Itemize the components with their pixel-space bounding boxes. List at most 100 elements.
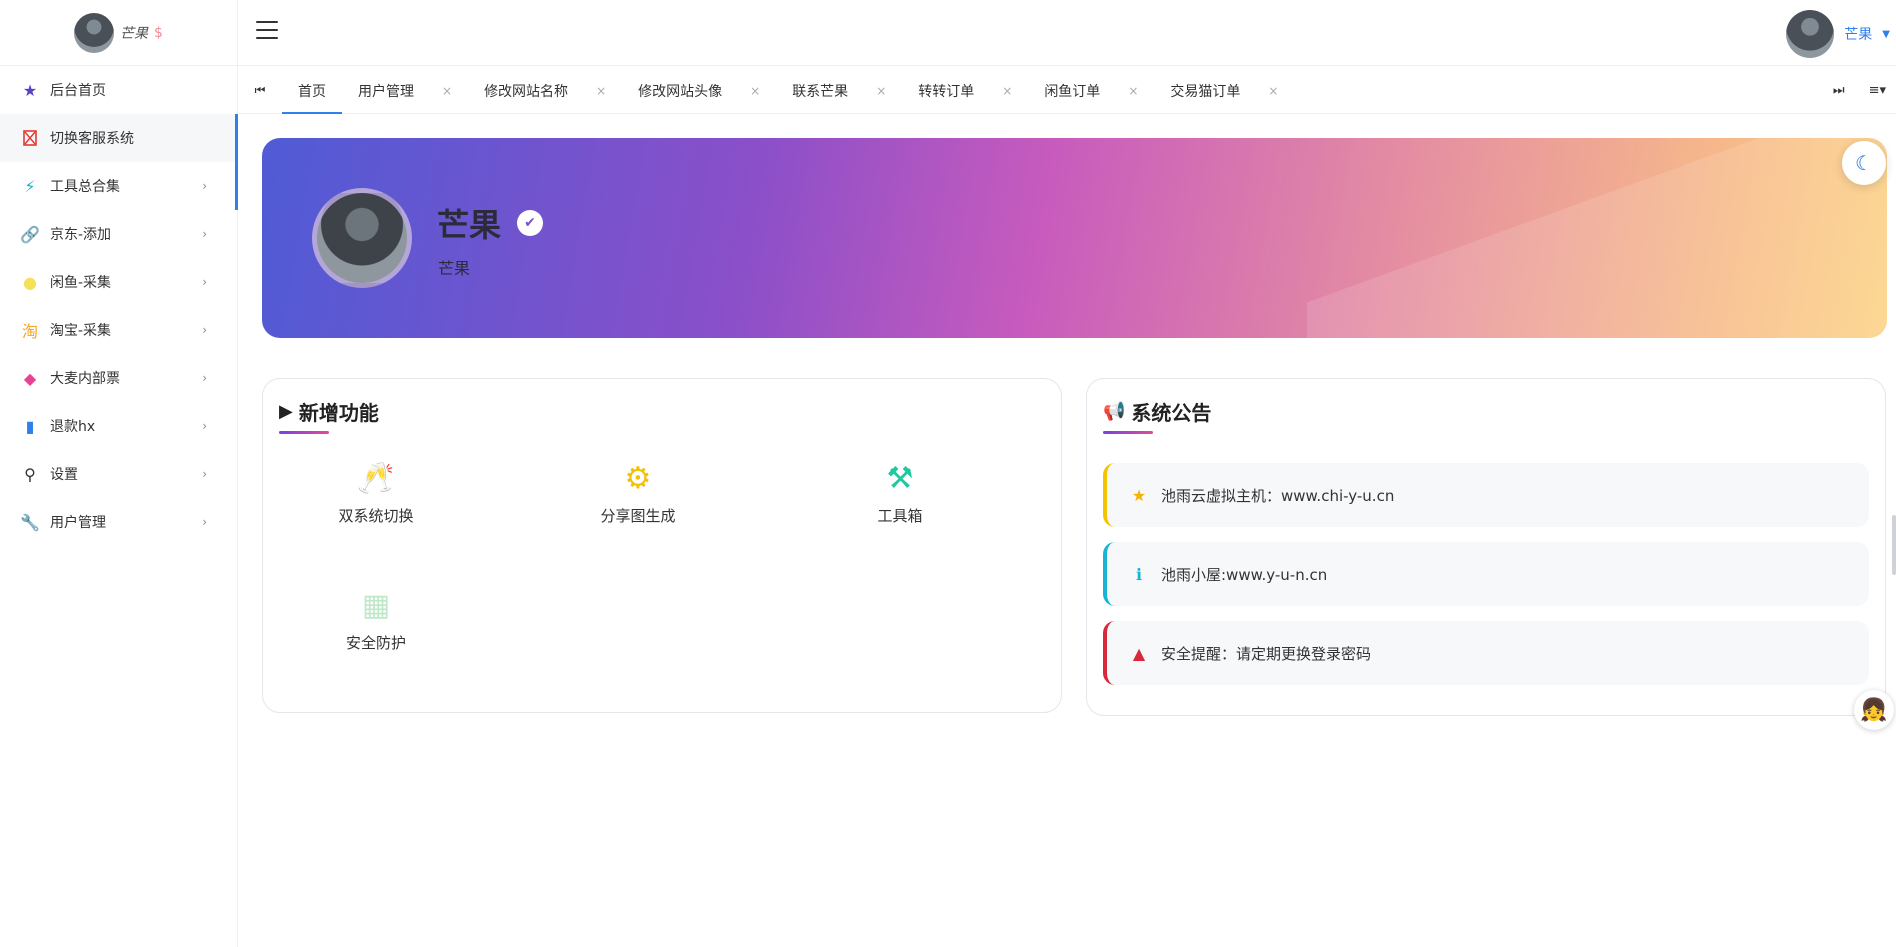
close-icon[interactable]: × xyxy=(750,84,760,98)
tab-zhuanzhuan-orders[interactable]: 转转订单 × xyxy=(902,68,1028,113)
info-icon: ℹ xyxy=(1135,564,1143,584)
card-title: 📢 系统公告 xyxy=(1103,397,1211,426)
brand-name: 芒果 xyxy=(120,25,149,42)
star-icon: ★ xyxy=(1131,485,1147,505)
broken-image-icon xyxy=(20,128,40,148)
sidebar: 芒果 $ ★ 后台首页 切换客服系统 ⚡ 工具总合集 › 🔗 京东-添加 › ●… xyxy=(0,0,238,947)
sidebar-item-home[interactable]: ★ 后台首页 xyxy=(0,66,237,114)
tab-xianyu-orders[interactable]: 闲鱼订单 × xyxy=(1028,68,1154,113)
tab-user-management[interactable]: 用户管理 × xyxy=(342,68,468,113)
sidebar-item-label: 用户管理 xyxy=(50,515,106,531)
profile-name: 芒果 xyxy=(437,206,502,244)
card-title-text: 系统公告 xyxy=(1131,401,1212,425)
profile-title: 芒果 ✔ xyxy=(437,200,544,246)
chevron-right-icon: › xyxy=(202,419,207,433)
announcement-item[interactable]: ▲ 安全提醒：请定期更换登录密码 xyxy=(1103,621,1869,685)
assistant-avatar[interactable]: 👧 xyxy=(1854,690,1894,730)
feature-security[interactable]: ▦ 安全防护 xyxy=(276,586,476,653)
tab-label: 闲鱼订单 xyxy=(1044,83,1101,100)
close-icon[interactable]: × xyxy=(596,84,606,98)
sidebar-item-label: 工具总合集 xyxy=(50,179,120,195)
sidebar-item-damai-tickets[interactable]: ◆ 大麦内部票 › xyxy=(0,354,237,402)
close-icon[interactable]: × xyxy=(1268,84,1278,98)
sidebar-item-taobao-collect[interactable]: 淘 淘宝-采集 › xyxy=(0,306,237,354)
feature-label: 双系统切换 xyxy=(338,507,414,525)
tab-home[interactable]: 首页 xyxy=(282,68,342,114)
sidebar-item-label: 切换客服系统 xyxy=(50,131,134,147)
sidebar-item-refund-hx[interactable]: ▮ 退款hx › xyxy=(0,402,237,450)
sidebar-item-label: 退款hx xyxy=(50,419,96,435)
compass-icon: ⚒ xyxy=(886,461,914,496)
star-icon: ★ xyxy=(22,80,38,100)
sidebar-item-settings[interactable]: ⚲ 设置 › xyxy=(0,450,237,498)
sidebar-item-jd-add[interactable]: 🔗 京东-添加 › xyxy=(0,210,237,258)
chevron-right-icon: › xyxy=(202,371,207,385)
tabs-scroll-right-icon[interactable]: ⏭ xyxy=(1833,83,1845,98)
title-underline xyxy=(1103,431,1153,434)
close-icon[interactable]: × xyxy=(442,84,452,98)
diamond-icon: ◆ xyxy=(23,368,37,388)
profile-banner: 芒果 ✔ 芒果 xyxy=(262,138,1887,338)
feature-share-image[interactable]: ⚙ 分享图生成 xyxy=(538,459,738,526)
close-icon[interactable]: × xyxy=(1128,84,1138,98)
verified-check-icon: ✔ xyxy=(517,210,544,236)
avatar xyxy=(1786,10,1835,58)
card-title: ▶ 新增功能 xyxy=(279,397,379,426)
cheers-icon: 🥂 xyxy=(357,461,395,496)
close-icon[interactable]: × xyxy=(876,84,886,98)
sidebar-brand[interactable]: 芒果 $ xyxy=(0,0,237,66)
feature-toolbox[interactable]: ⚒ 工具箱 xyxy=(800,459,1000,526)
tab-jiaoyimao-orders[interactable]: 交易猫订单 × xyxy=(1154,68,1294,113)
tabs-controls: ⏭ ≡▾ xyxy=(1833,68,1896,113)
tab-edit-site-avatar[interactable]: 修改网站头像 × xyxy=(622,68,776,113)
tab-label: 联系芒果 xyxy=(792,83,849,100)
tabs-scroll-left-icon[interactable]: ⏮ xyxy=(238,68,282,113)
main-content: 芒果 ✔ 芒果 ▶ 新增功能 🥂 双系统切换 ⚙ 分享图生成 ⚒ 工具箱 ▦ 安… xyxy=(238,115,1896,947)
tab-contact[interactable]: 联系芒果 × xyxy=(776,68,902,113)
announcements-card: 📢 系统公告 ★ 池雨云虚拟主机：www.chi-y-u.cn ℹ 池雨小屋:w… xyxy=(1086,378,1886,716)
announcement-item[interactable]: ℹ 池雨小屋:www.y-u-n.cn xyxy=(1103,542,1869,606)
tab-edit-site-name[interactable]: 修改网站名称 × xyxy=(468,68,622,113)
chevron-right-icon: › xyxy=(202,467,207,481)
link-icon: 🔗 xyxy=(20,224,40,244)
sidebar-item-label: 淘宝-采集 xyxy=(50,323,112,339)
topbar: 芒果 ▼ xyxy=(238,0,1896,66)
tab-label: 交易猫订单 xyxy=(1170,83,1241,100)
scrollbar[interactable] xyxy=(1892,515,1896,575)
avatar xyxy=(312,188,412,288)
announcement-text: 池雨小屋:www.y-u-n.cn xyxy=(1161,565,1328,584)
announcement-item[interactable]: ★ 池雨云虚拟主机：www.chi-y-u.cn xyxy=(1103,463,1869,527)
sidebar-item-label: 闲鱼-采集 xyxy=(50,275,112,291)
warning-icon: ▲ xyxy=(1132,643,1146,663)
sidebar-item-label: 京东-添加 xyxy=(50,227,112,243)
card-title-text: 新增功能 xyxy=(298,401,379,425)
feature-dual-system-switch[interactable]: 🥂 双系统切换 xyxy=(276,459,476,526)
user-menu[interactable]: 芒果 ▼ xyxy=(1786,10,1890,58)
close-icon[interactable]: × xyxy=(1002,84,1012,98)
play-square-icon: ▶ xyxy=(279,401,293,422)
tabs-bar: ⏮ 首页 用户管理 × 修改网站名称 × 修改网站头像 × 联系芒果 × 转转订单 × 闲… xyxy=(238,68,1896,114)
tab-label: 首页 xyxy=(298,83,326,100)
footprint-icon: ⚲ xyxy=(24,464,36,484)
tab-label: 用户管理 xyxy=(358,83,414,100)
chevron-right-icon: › xyxy=(202,323,207,337)
tabs-menu-icon[interactable]: ≡▾ xyxy=(1869,83,1886,98)
gears-icon: ⚙ xyxy=(624,461,652,496)
sidebar-item-label: 设置 xyxy=(50,467,78,483)
dark-mode-toggle-icon[interactable]: ☾ xyxy=(1842,141,1886,185)
new-features-card: ▶ 新增功能 🥂 双系统切换 ⚙ 分享图生成 ⚒ 工具箱 ▦ 安全防护 xyxy=(262,378,1062,713)
tab-label: 修改网站头像 xyxy=(638,83,723,100)
sidebar-item-user-management[interactable]: 🔧 用户管理 › xyxy=(0,498,237,546)
tab-label: 修改网站名称 xyxy=(484,83,569,100)
tabs-list: 首页 用户管理 × 修改网站名称 × 修改网站头像 × 联系芒果 × 转转订单 × 闲鱼订… xyxy=(282,68,1833,114)
feature-label: 分享图生成 xyxy=(600,507,676,525)
wrench-icon: 🔧 xyxy=(20,512,40,532)
sidebar-item-switch-service[interactable]: 切换客服系统 xyxy=(0,114,238,210)
sidebar-item-tools[interactable]: ⚡ 工具总合集 › xyxy=(0,162,237,210)
announcement-text: 安全提醒：请定期更换登录密码 xyxy=(1161,644,1372,663)
caret-down-icon: ▼ xyxy=(1882,28,1890,40)
sidebar-item-xianyu-collect[interactable]: ● 闲鱼-采集 › xyxy=(0,258,237,306)
dollar-icon: $ xyxy=(154,24,163,41)
menu-toggle-icon[interactable] xyxy=(256,21,278,39)
taobao-icon: 淘 xyxy=(21,322,38,341)
